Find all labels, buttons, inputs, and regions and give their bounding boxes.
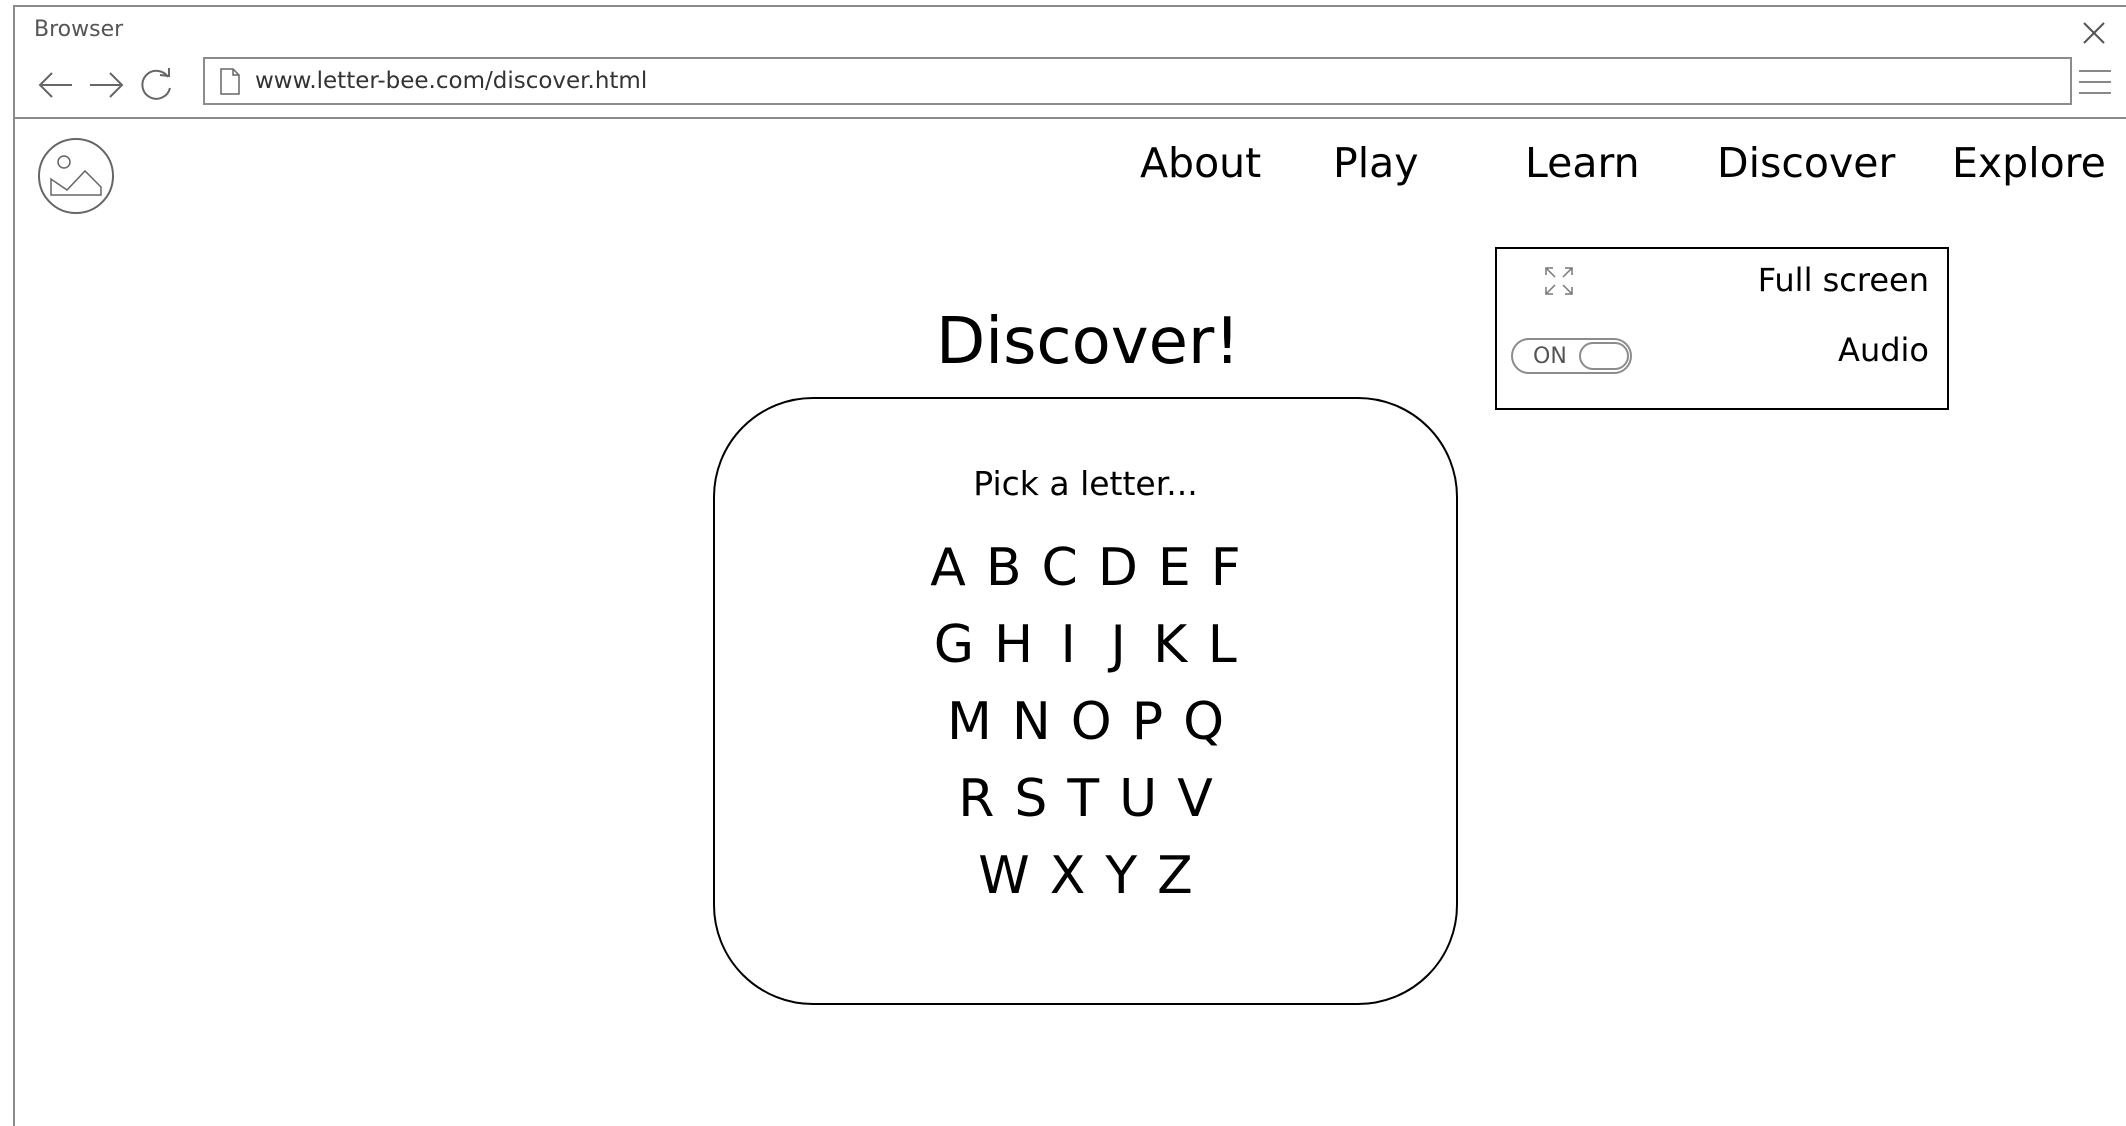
letter-button-c[interactable]: C bbox=[1042, 538, 1078, 598]
letter-row: WXYZ bbox=[715, 837, 1456, 914]
letter-button-o[interactable]: O bbox=[1071, 692, 1112, 752]
letter-button-n[interactable]: N bbox=[1012, 692, 1051, 752]
window-title: Browser bbox=[34, 17, 124, 42]
letter-button-v[interactable]: V bbox=[1177, 769, 1213, 829]
letter-row: GHIJKL bbox=[715, 606, 1456, 683]
audio-label: Audio bbox=[1838, 331, 1929, 369]
nav-explore[interactable]: Explore bbox=[1952, 139, 2106, 187]
letter-button-i[interactable]: I bbox=[1053, 615, 1083, 675]
letter-button-u[interactable]: U bbox=[1119, 769, 1157, 829]
letter-row: ABCDEF bbox=[715, 529, 1456, 606]
audio-toggle[interactable]: ON bbox=[1511, 338, 1632, 374]
letter-button-h[interactable]: H bbox=[994, 615, 1033, 675]
audio-toggle-text: ON bbox=[1533, 344, 1567, 369]
letter-button-m[interactable]: M bbox=[947, 692, 992, 752]
fullscreen-icon[interactable] bbox=[1543, 265, 1575, 297]
letter-button-a[interactable]: A bbox=[930, 538, 966, 598]
close-icon[interactable] bbox=[2079, 18, 2109, 48]
letter-row: RSTUV bbox=[715, 760, 1456, 837]
browser-window: Browser www.letter-bee.com/discover.html… bbox=[13, 5, 2126, 1126]
page-title: Discover! bbox=[936, 305, 1240, 379]
letter-button-e[interactable]: E bbox=[1158, 538, 1191, 598]
nav-learn[interactable]: Learn bbox=[1525, 139, 1640, 187]
forward-arrow-icon[interactable] bbox=[87, 68, 125, 102]
letter-button-d[interactable]: D bbox=[1098, 538, 1138, 598]
letter-button-s[interactable]: S bbox=[1014, 769, 1047, 829]
fullscreen-label[interactable]: Full screen bbox=[1758, 261, 1929, 299]
nav-discover[interactable]: Discover bbox=[1717, 139, 1895, 187]
letter-grid: ABCDEFGHIJKLMNOPQRSTUVWXYZ bbox=[715, 529, 1456, 914]
letter-button-z[interactable]: Z bbox=[1157, 846, 1193, 906]
letter-button-t[interactable]: T bbox=[1067, 769, 1099, 829]
letter-row: MNOPQ bbox=[715, 683, 1456, 760]
letter-button-g[interactable]: G bbox=[934, 615, 974, 675]
letter-picker-prompt: Pick a letter... bbox=[973, 464, 1198, 503]
letter-button-f[interactable]: F bbox=[1211, 538, 1241, 598]
letter-button-r[interactable]: R bbox=[958, 769, 994, 829]
letter-button-j[interactable]: J bbox=[1103, 615, 1133, 675]
image-placeholder-icon[interactable] bbox=[37, 137, 115, 215]
letter-button-b[interactable]: B bbox=[986, 538, 1022, 598]
back-arrow-icon[interactable] bbox=[37, 68, 75, 102]
letter-button-w[interactable]: W bbox=[978, 846, 1029, 906]
letter-button-y[interactable]: Y bbox=[1105, 846, 1137, 906]
audio-toggle-knob bbox=[1579, 342, 1629, 370]
settings-panel: Full screen ON Audio bbox=[1495, 247, 1949, 410]
reload-icon[interactable] bbox=[138, 68, 176, 102]
url-text: www.letter-bee.com/discover.html bbox=[255, 68, 648, 94]
address-bar[interactable]: www.letter-bee.com/discover.html bbox=[203, 57, 2072, 105]
nav-about[interactable]: About bbox=[1140, 139, 1261, 187]
file-icon bbox=[220, 68, 240, 95]
letter-button-p[interactable]: P bbox=[1132, 692, 1163, 752]
chrome-divider bbox=[15, 117, 2126, 119]
hamburger-menu-icon[interactable] bbox=[2078, 67, 2112, 97]
nav-play[interactable]: Play bbox=[1333, 139, 1419, 187]
letter-button-k[interactable]: K bbox=[1153, 615, 1187, 675]
letter-picker-card: Pick a letter... ABCDEFGHIJKLMNOPQRSTUVW… bbox=[713, 397, 1458, 1005]
letter-button-x[interactable]: X bbox=[1050, 846, 1086, 906]
letter-button-l[interactable]: L bbox=[1207, 615, 1237, 675]
letter-button-q[interactable]: Q bbox=[1183, 692, 1224, 752]
